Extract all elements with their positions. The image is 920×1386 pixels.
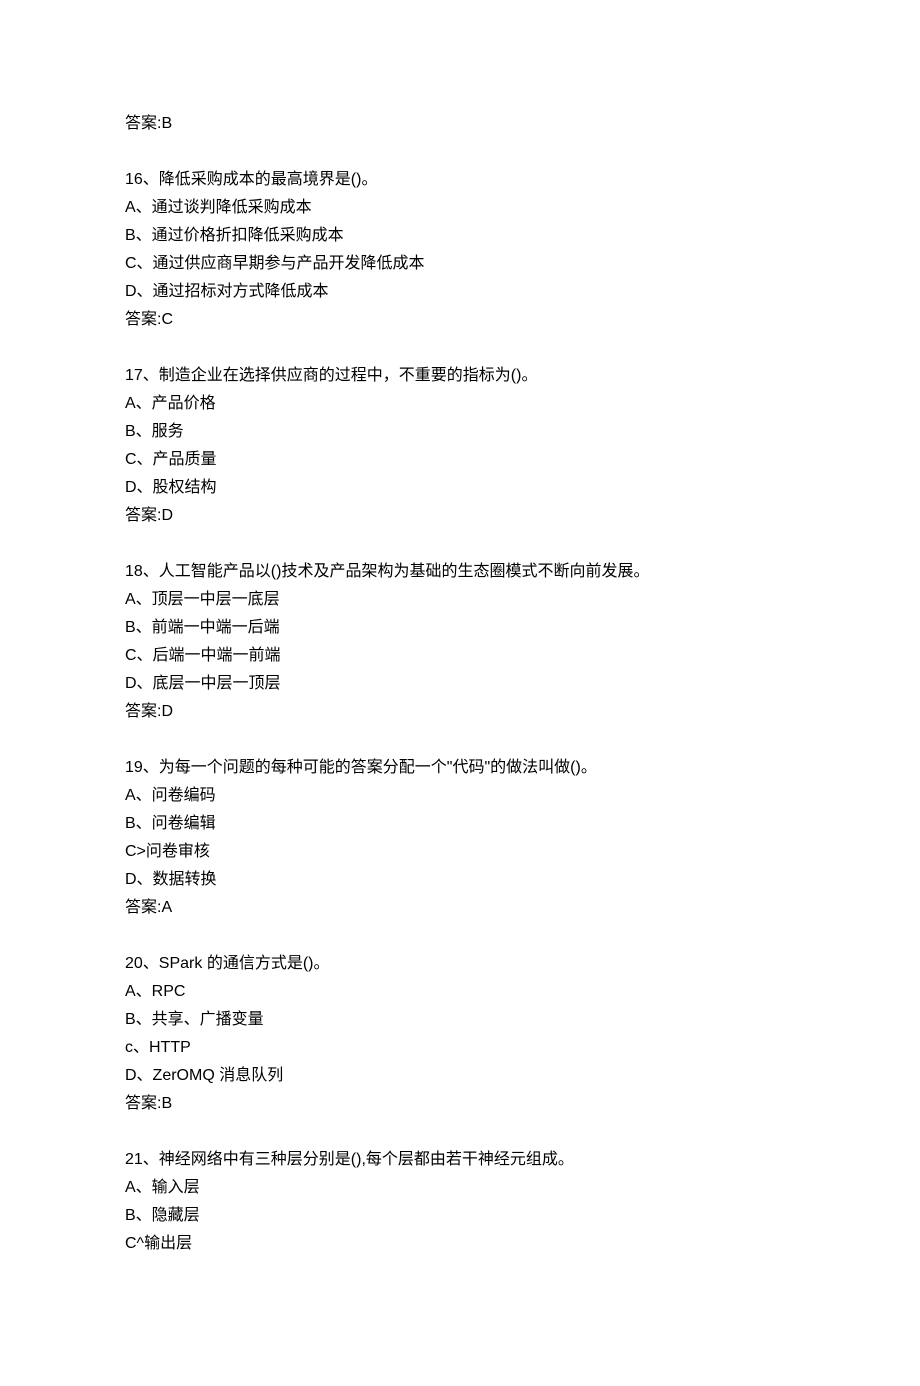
answer-text: 答案:D — [125, 698, 795, 726]
option-d: D、股权结构 — [125, 474, 795, 502]
option-c: C、通过供应商早期参与产品开发降低成本 — [125, 250, 795, 278]
question-19: 19、为每一个问题的每种可能的答案分配一个"代码"的做法叫做()。 A、问卷编码… — [125, 754, 795, 922]
option-c: C、产品质量 — [125, 446, 795, 474]
option-a: A、输入层 — [125, 1174, 795, 1202]
option-b: B、隐藏层 — [125, 1202, 795, 1230]
option-d: D、ZerOMQ 消息队列 — [125, 1062, 795, 1090]
answer-text: 答案:B — [125, 1090, 795, 1118]
option-b: B、服务 — [125, 418, 795, 446]
orphan-answer-text: 答案:B — [125, 110, 795, 138]
option-b: B、通过价格折扣降低采购成本 — [125, 222, 795, 250]
option-c: C>问卷审核 — [125, 838, 795, 866]
option-a: A、顶层一中层一底层 — [125, 586, 795, 614]
option-a: A、RPC — [125, 978, 795, 1006]
option-d: D、底层一中层一顶层 — [125, 670, 795, 698]
question-text: 16、降低采购成本的最高境界是()。 — [125, 166, 795, 194]
question-18: 18、人工智能产品以()技术及产品架构为基础的生态圈模式不断向前发展。 A、顶层… — [125, 558, 795, 726]
question-text: 17、制造企业在选择供应商的过程中，不重要的指标为()。 — [125, 362, 795, 390]
option-b: B、共享、广播变量 — [125, 1006, 795, 1034]
answer-text: 答案:C — [125, 306, 795, 334]
option-c: C^输出层 — [125, 1230, 795, 1258]
question-20: 20、SPark 的通信方式是()。 A、RPC B、共享、广播变量 c、HTT… — [125, 950, 795, 1118]
answer-text: 答案:D — [125, 502, 795, 530]
option-b: B、问卷编辑 — [125, 810, 795, 838]
question-text: 19、为每一个问题的每种可能的答案分配一个"代码"的做法叫做()。 — [125, 754, 795, 782]
option-c: c、HTTP — [125, 1034, 795, 1062]
option-d: D、数据转换 — [125, 866, 795, 894]
question-text: 18、人工智能产品以()技术及产品架构为基础的生态圈模式不断向前发展。 — [125, 558, 795, 586]
option-a: A、问卷编码 — [125, 782, 795, 810]
question-16: 16、降低采购成本的最高境界是()。 A、通过谈判降低采购成本 B、通过价格折扣… — [125, 166, 795, 334]
option-c: C、后端一中端一前端 — [125, 642, 795, 670]
option-a: A、通过谈判降低采购成本 — [125, 194, 795, 222]
answer-text: 答案:A — [125, 894, 795, 922]
question-text: 20、SPark 的通信方式是()。 — [125, 950, 795, 978]
option-d: D、通过招标对方式降低成本 — [125, 278, 795, 306]
option-a: A、产品价格 — [125, 390, 795, 418]
question-17: 17、制造企业在选择供应商的过程中，不重要的指标为()。 A、产品价格 B、服务… — [125, 362, 795, 530]
option-b: B、前端一中端一后端 — [125, 614, 795, 642]
question-text: 21、神经网络中有三种层分别是(),每个层都由若干神经元组成。 — [125, 1146, 795, 1174]
question-21: 21、神经网络中有三种层分别是(),每个层都由若干神经元组成。 A、输入层 B、… — [125, 1146, 795, 1258]
